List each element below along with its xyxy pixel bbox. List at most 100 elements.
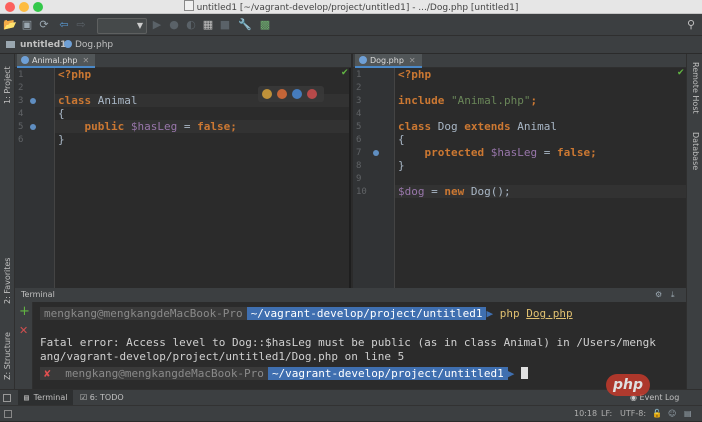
debug-icon[interactable]: ●: [167, 18, 181, 32]
code-token: ();: [490, 185, 511, 198]
close-tab-icon[interactable]: ✕: [409, 56, 416, 65]
overrides-marker-icon[interactable]: [373, 150, 379, 156]
line-number: 5: [18, 122, 24, 132]
todo-tab[interactable]: ☑ 6: TODO: [80, 390, 124, 406]
forward-icon[interactable]: ⇨: [74, 18, 88, 32]
line-number: 1: [18, 70, 24, 80]
structure-icon[interactable]: ▩: [258, 18, 272, 32]
code-token: extends: [464, 120, 518, 133]
code-token: include: [398, 94, 451, 107]
override-marker-icon[interactable]: [30, 98, 36, 104]
code-token: Animal: [517, 120, 557, 133]
line-number: 2: [356, 83, 362, 93]
code-token: $hasLeg: [130, 120, 178, 133]
settings-icon[interactable]: 🔧: [238, 18, 252, 32]
line-number: 6: [18, 135, 24, 145]
close-tab-icon[interactable]: ✕: [82, 56, 89, 65]
search-icon[interactable]: ⚲: [684, 18, 698, 32]
browser-preview-icons: [258, 86, 324, 102]
open-folder-icon[interactable]: 📂: [3, 18, 17, 32]
code-token: public: [58, 120, 131, 133]
caret-position[interactable]: 10:18: [574, 406, 597, 422]
code-token: ;: [230, 120, 237, 133]
code-line: class Dog extends Animal: [398, 120, 557, 133]
stop-icon[interactable]: ■: [218, 18, 232, 32]
code-token: Animal: [97, 94, 138, 107]
database-tool-button[interactable]: Database: [691, 132, 700, 170]
terminal-cursor: [520, 367, 528, 379]
prompt-user: mengkang@mengkangdeMacBook-Pro: [40, 307, 247, 320]
code-token: ;: [530, 94, 538, 107]
php-watermark-logo: php: [606, 374, 650, 396]
left-editor-tabbar: Animal.php ✕: [15, 54, 351, 68]
window-title: untitled1 [~/vagrant-develop/project/unt…: [0, 0, 702, 15]
line-separator[interactable]: LF:: [601, 406, 612, 422]
code-token: =: [424, 185, 445, 198]
code-token: Dog: [437, 120, 465, 133]
gear-icon[interactable]: ⚙: [655, 288, 662, 302]
file-encoding[interactable]: UTF-8:: [620, 406, 646, 422]
prompt-path: ~/vagrant-develop/project/untitled1: [246, 307, 487, 320]
coverage-icon[interactable]: ◐: [184, 18, 198, 32]
safari-icon[interactable]: [292, 89, 302, 99]
right-editor-content[interactable]: <?php include "Animal.php"; class Dog exte…: [395, 68, 686, 288]
hide-panel-icon[interactable]: ⤓: [671, 288, 675, 302]
status-toggle-icon[interactable]: [4, 410, 12, 418]
code-token: <?php: [398, 68, 432, 81]
php-file-icon: [64, 40, 72, 48]
main-toolbar: 📂 ▣ ⟳ ⇦ ⇨ ▼ ▶ ● ◐ ▦ ■ 🔧 ▩ ⚲: [0, 14, 702, 36]
profile-icon[interactable]: ▦: [201, 18, 215, 32]
chrome-icon[interactable]: [262, 89, 272, 99]
window-title-text: untitled1 [~/vagrant-develop/project/unt…: [196, 3, 519, 13]
line-number: 1: [356, 70, 362, 80]
terminal-icon: ▤: [24, 393, 34, 402]
save-icon[interactable]: ▣: [20, 18, 34, 32]
error-line: ang/vagrant-develop/project/untitled1/Do…: [40, 350, 405, 363]
tab-animal-php[interactable]: Animal.php ✕: [17, 54, 96, 68]
code-token: Dog: [470, 185, 491, 198]
hector-icon[interactable]: ☺: [668, 406, 676, 422]
chevron-down-icon: ▼: [136, 21, 143, 30]
structure-tool-button[interactable]: Z: Structure: [3, 332, 12, 380]
terminal-output: mengkang@mengkangdeMacBook-Pro ~/vagrant-…: [40, 305, 680, 389]
command-arg: Dog.php: [526, 307, 573, 320]
code-token: protected: [398, 146, 491, 159]
close-session-icon[interactable]: ✕: [19, 324, 28, 337]
opera-icon[interactable]: [307, 89, 317, 99]
title-bar: untitled1 [~/vagrant-develop/project/unt…: [0, 0, 702, 14]
code-line: $dog = new Dog();: [398, 185, 511, 198]
folder-icon: [6, 41, 15, 48]
prompt-arrow-icon: ▶: [507, 367, 515, 380]
sync-icon[interactable]: ⟳: [37, 18, 51, 32]
run-icon[interactable]: ▶: [150, 18, 164, 32]
php-file-icon: [359, 56, 367, 64]
lock-icon[interactable]: 🔓: [652, 406, 662, 422]
run-configuration-select[interactable]: ▼: [97, 18, 147, 34]
layout-icon[interactable]: [3, 394, 11, 402]
code-token: =: [537, 146, 557, 159]
code-line: protected $hasLeg = false;: [398, 146, 597, 159]
code-token: ;: [590, 146, 597, 159]
prompt-arrow-icon: ▶: [486, 307, 494, 320]
right-editor-gutter: 1 2 3 4 5 6 7 8 9 10: [353, 68, 395, 288]
breadcrumb-project[interactable]: untitled1: [20, 36, 66, 54]
terminal-header: Terminal ⚙ ⤓: [15, 288, 686, 302]
override-marker-icon[interactable]: [30, 124, 36, 130]
code-line: }: [398, 159, 405, 172]
terminal-tab[interactable]: ▤ Terminal: [18, 390, 74, 406]
right-editor-tabbar: Dog.php ✕: [353, 54, 686, 68]
code-line: <?php: [398, 68, 431, 81]
favorites-tool-button[interactable]: 2: Favorites: [3, 258, 12, 304]
code-token: false: [197, 120, 231, 133]
breadcrumb-file[interactable]: Dog.php: [64, 36, 113, 54]
remote-host-tool-button[interactable]: Remote Host: [691, 62, 700, 114]
code-line: class Animal: [58, 94, 138, 107]
notifications-icon[interactable]: ▤: [684, 406, 692, 422]
firefox-icon[interactable]: [277, 89, 287, 99]
new-session-icon[interactable]: +: [19, 304, 30, 319]
document-icon: [183, 0, 194, 11]
back-icon[interactable]: ⇦: [57, 18, 71, 32]
project-tool-button[interactable]: 1: Project: [3, 66, 12, 104]
bottom-tool-tabs: ▤ Terminal ☑ 6: TODO ◉ Event Log: [0, 389, 702, 406]
tab-dog-php[interactable]: Dog.php ✕: [355, 54, 422, 68]
